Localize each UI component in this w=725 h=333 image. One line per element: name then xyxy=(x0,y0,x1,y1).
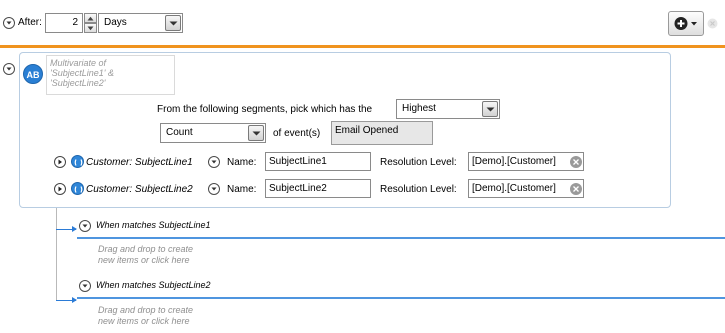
chevron-down-icon[interactable] xyxy=(165,15,181,31)
close-icon[interactable] xyxy=(707,18,718,29)
resolution-level-value: [Demo].[Customer] xyxy=(472,156,556,167)
clear-icon[interactable] xyxy=(570,156,582,168)
branch-divider xyxy=(77,297,725,299)
event-name-field[interactable]: Email Opened xyxy=(331,121,433,145)
segment-icon xyxy=(71,155,84,168)
metric-value: Count xyxy=(166,127,193,138)
delay-amount-input[interactable]: 2 xyxy=(45,13,83,33)
arrow-right-icon xyxy=(72,226,77,232)
name-label: Name: xyxy=(227,184,257,195)
ab-test-icon: AB xyxy=(23,64,43,84)
delay-unit-select[interactable]: Days xyxy=(98,13,183,33)
segment-options-icon[interactable] xyxy=(208,156,220,168)
description-line: 'SubjectLine1' & xyxy=(50,68,114,78)
resolution-level-field[interactable]: [Demo].[Customer] xyxy=(468,179,584,198)
segment-options-icon[interactable] xyxy=(208,183,220,195)
branch-collapse-icon[interactable] xyxy=(79,280,91,292)
pick-criteria-value: Highest xyxy=(402,103,436,114)
segment-name-input[interactable]: SubjectLine1 xyxy=(265,152,371,171)
resolution-level-label: Resolution Level: xyxy=(380,157,457,168)
panel-collapse-icon[interactable] xyxy=(3,63,15,75)
description-field[interactable]: Multivariate of 'SubjectLine1' & 'Subjec… xyxy=(46,55,175,95)
events-label: of event(s) xyxy=(273,128,321,139)
description-line: Multivariate of xyxy=(50,58,107,68)
branch-divider xyxy=(77,237,725,239)
drop-hint-line: Drag and drop to create xyxy=(98,244,194,254)
delay-unit-value: Days xyxy=(104,17,127,28)
clear-icon[interactable] xyxy=(570,183,582,195)
drop-zone-hint[interactable]: Drag and drop to create new items or cli… xyxy=(98,305,193,327)
pick-criteria-text: From the following segments, pick which … xyxy=(157,104,373,115)
collapse-toggle-icon[interactable] xyxy=(3,17,15,29)
name-label: Name: xyxy=(227,157,257,168)
step-separator xyxy=(0,45,725,48)
drop-hint-line: new items or click here xyxy=(98,255,190,265)
drop-hint-line: new items or click here xyxy=(98,316,190,326)
spin-up-button[interactable] xyxy=(84,13,97,23)
expand-segment-icon[interactable] xyxy=(54,183,66,195)
chevron-down-icon[interactable] xyxy=(482,101,498,117)
drop-hint-line: Drag and drop to create xyxy=(98,305,194,315)
segment-name-input[interactable]: SubjectLine2 xyxy=(265,179,371,198)
segment-label: Customer: SubjectLine1 xyxy=(86,157,193,168)
description-line: 'SubjectLine2' xyxy=(50,78,106,88)
branch-collapse-icon[interactable] xyxy=(79,220,91,232)
resolution-level-label: Resolution Level: xyxy=(380,184,457,195)
delay-amount-spinner[interactable] xyxy=(84,13,97,33)
resolution-level-value: [Demo].[Customer] xyxy=(472,183,556,194)
chevron-down-icon[interactable] xyxy=(248,125,264,141)
metric-select[interactable]: Count xyxy=(160,123,266,143)
segment-icon xyxy=(71,182,84,195)
branch-connector-line xyxy=(56,208,57,301)
drop-zone-hint[interactable]: Drag and drop to create new items or cli… xyxy=(98,244,193,266)
branch-title: When matches SubjectLine2 xyxy=(96,280,211,290)
segment-label: Customer: SubjectLine2 xyxy=(86,184,193,195)
expand-segment-icon[interactable] xyxy=(54,156,66,168)
branch-title: When matches SubjectLine1 xyxy=(96,220,211,230)
add-item-button[interactable] xyxy=(668,11,704,36)
after-label: After: xyxy=(18,17,42,28)
pick-criteria-select[interactable]: Highest xyxy=(396,99,500,119)
resolution-level-field[interactable]: [Demo].[Customer] xyxy=(468,152,584,171)
spin-down-button[interactable] xyxy=(84,23,97,33)
